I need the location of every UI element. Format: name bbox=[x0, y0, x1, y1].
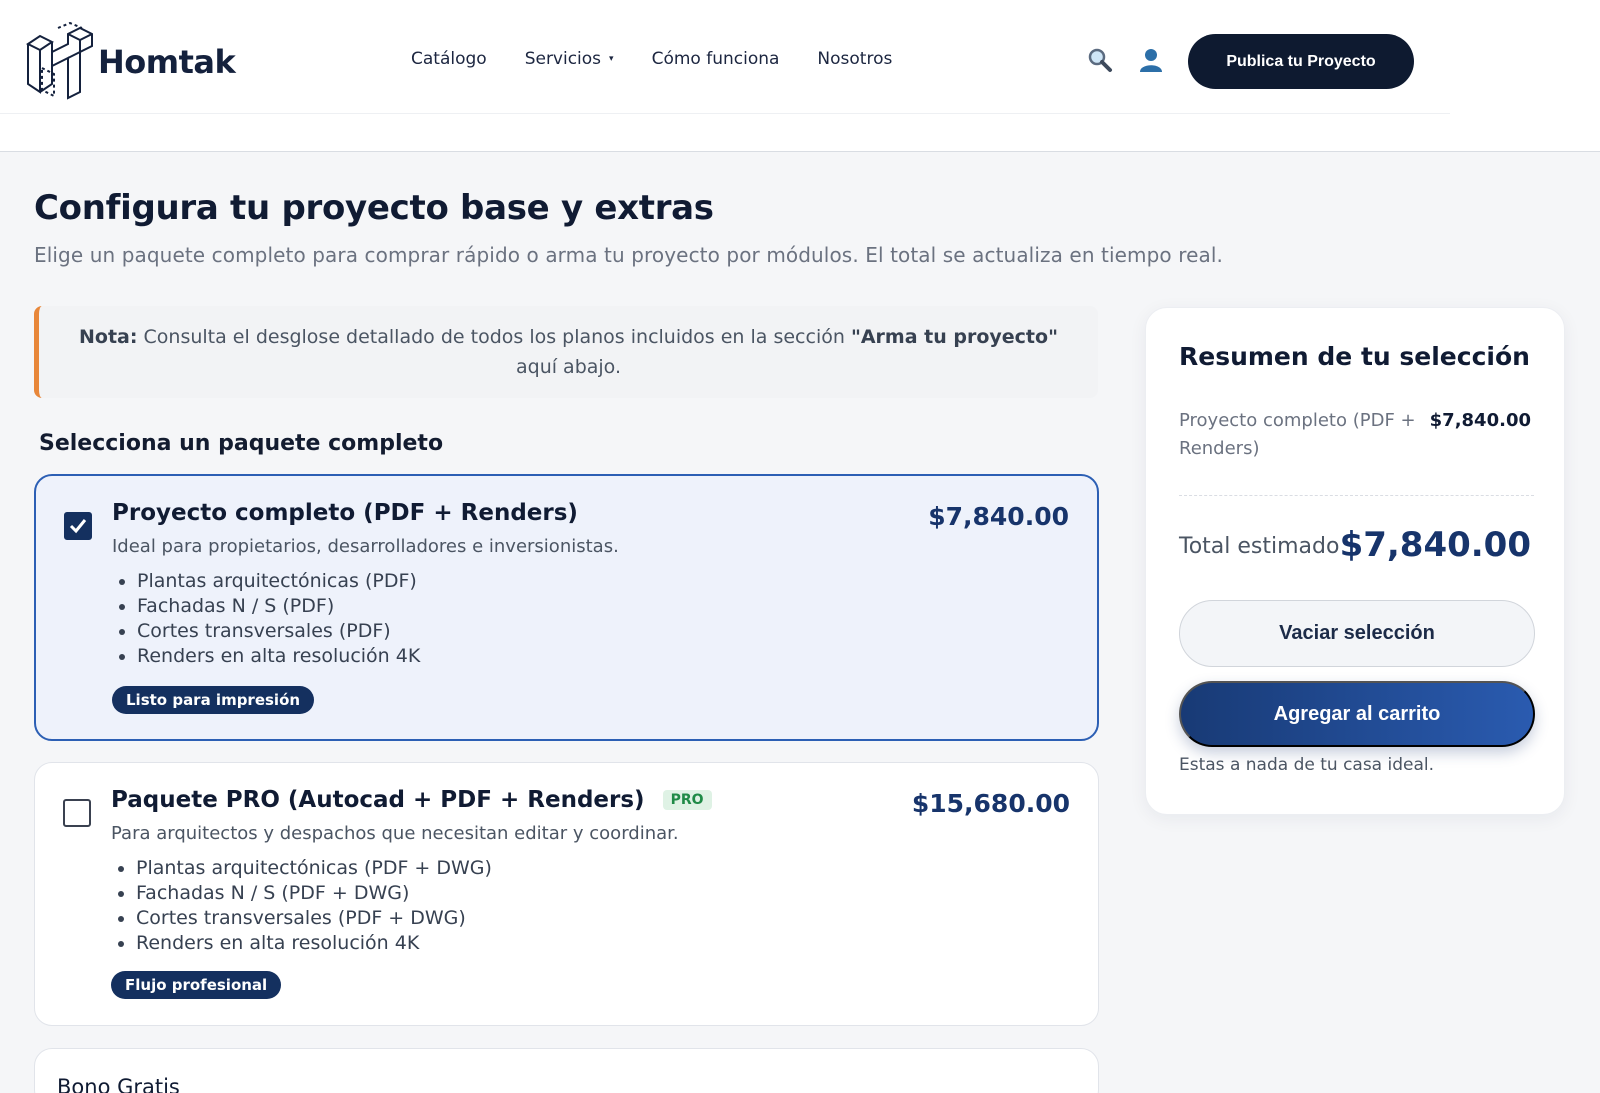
search-icon[interactable] bbox=[1087, 47, 1113, 73]
package-features: Plantas arquitectónicas (PDF + DWG) Fach… bbox=[136, 856, 492, 956]
package-name-text: Paquete PRO (Autocad + PDF + Renders) bbox=[111, 787, 645, 813]
note-prefix: Nota: bbox=[79, 326, 138, 348]
summary-footnote: Estas a nada de tu casa ideal. bbox=[1179, 755, 1435, 775]
summary-divider bbox=[1179, 495, 1534, 496]
pro-badge: PRO bbox=[662, 790, 712, 810]
package-checkbox[interactable] bbox=[63, 799, 91, 827]
package-name-text: Proyecto completo (PDF + Renders) bbox=[112, 500, 578, 526]
logo-icon bbox=[26, 22, 93, 100]
package-card-pro[interactable]: Paquete PRO (Autocad + PDF + Renders) PRO… bbox=[34, 762, 1099, 1026]
brand-name: Homtak bbox=[98, 43, 236, 81]
package-checkbox[interactable] bbox=[64, 512, 92, 540]
nav-servicios[interactable]: Servicios ▾ bbox=[525, 49, 614, 69]
header-divider bbox=[0, 113, 1450, 114]
nav-label: Nosotros bbox=[817, 49, 893, 69]
section-title: Selecciona un paquete completo bbox=[39, 431, 444, 456]
main-nav: Catálogo Servicios ▾ Cómo funciona Nosotr… bbox=[411, 49, 930, 69]
summary-line-name: Proyecto completo (PDF + Renders) bbox=[1179, 410, 1416, 459]
nav-label: Catálogo bbox=[411, 49, 487, 69]
note-highlight: "Arma tu proyecto" bbox=[850, 326, 1058, 348]
caret-down-icon: ▾ bbox=[609, 54, 614, 64]
nav-label: Servicios bbox=[524, 49, 602, 69]
package-name: Paquete PRO (Autocad + PDF + Renders) PRO bbox=[111, 787, 712, 813]
total-label: Total estimado bbox=[1179, 534, 1340, 559]
summary-title: Resumen de tu selección bbox=[1179, 342, 1530, 371]
package-tag: Listo para impresión bbox=[112, 686, 315, 714]
total-value: $7,840.00 bbox=[1339, 525, 1531, 565]
package-price: $7,840.00 bbox=[928, 502, 1069, 531]
package-price: $15,680.00 bbox=[911, 789, 1070, 818]
check-icon bbox=[69, 519, 87, 534]
publish-project-button[interactable]: Publica tu Proyecto bbox=[1188, 34, 1414, 89]
user-icon[interactable] bbox=[1138, 47, 1164, 73]
bonus-label: Bono Gratis bbox=[57, 1075, 180, 1093]
feature-item: Renders en alta resolución 4K bbox=[136, 931, 492, 956]
page-subtitle: Elige un paquete completo para comprar r… bbox=[34, 243, 1223, 267]
clear-selection-button[interactable]: Vaciar selección bbox=[1179, 600, 1535, 667]
summary-line-price: $7,840.00 bbox=[1429, 410, 1531, 431]
feature-item: Plantas arquitectónicas (PDF) bbox=[137, 569, 420, 594]
nav-nosotros[interactable]: Nosotros bbox=[817, 49, 892, 69]
bonus-card[interactable]: Bono Gratis bbox=[34, 1048, 1099, 1093]
feature-item: Fachadas N / S (PDF) bbox=[137, 594, 420, 619]
add-to-cart-button[interactable]: Agregar al carrito bbox=[1179, 681, 1535, 747]
feature-item: Fachadas N / S (PDF + DWG) bbox=[136, 881, 492, 906]
feature-item: Cortes transversales (PDF + DWG) bbox=[136, 906, 492, 931]
feature-item: Plantas arquitectónicas (PDF + DWG) bbox=[136, 856, 492, 881]
nav-catalogo[interactable]: Catálogo bbox=[411, 49, 487, 69]
order-summary: Resumen de tu selección Proyecto complet… bbox=[1145, 307, 1565, 815]
feature-item: Renders en alta resolución 4K bbox=[137, 644, 420, 669]
nav-como-funciona[interactable]: Cómo funciona bbox=[652, 49, 780, 69]
info-note: Nota: Consulta el desglose detallado de … bbox=[34, 306, 1098, 398]
feature-item: Cortes transversales (PDF) bbox=[137, 619, 420, 644]
package-tag: Flujo profesional bbox=[111, 971, 282, 999]
note-text: Consulta el desglose detallado de todos … bbox=[137, 326, 851, 348]
note-line-2: aquí abajo. bbox=[515, 356, 622, 378]
package-card-completo[interactable]: Proyecto completo (PDF + Renders) $7,840… bbox=[34, 474, 1099, 741]
package-description: Ideal para propietarios, desarrolladores… bbox=[112, 536, 619, 557]
brand-logo[interactable]: Homtak bbox=[24, 22, 236, 102]
package-features: Plantas arquitectónicas (PDF) Fachadas N… bbox=[137, 569, 420, 669]
package-description: Para arquitectos y despachos que necesit… bbox=[111, 823, 679, 844]
site-header: Homtak Catálogo Servicios ▾ Cómo funciona… bbox=[0, 0, 1600, 152]
note-line-1: Nota: Consulta el desglose detallado de … bbox=[79, 322, 1058, 352]
nav-label: Cómo funciona bbox=[651, 49, 780, 69]
package-name: Proyecto completo (PDF + Renders) bbox=[112, 500, 578, 526]
page-title: Configura tu proyecto base y extras bbox=[34, 188, 714, 228]
